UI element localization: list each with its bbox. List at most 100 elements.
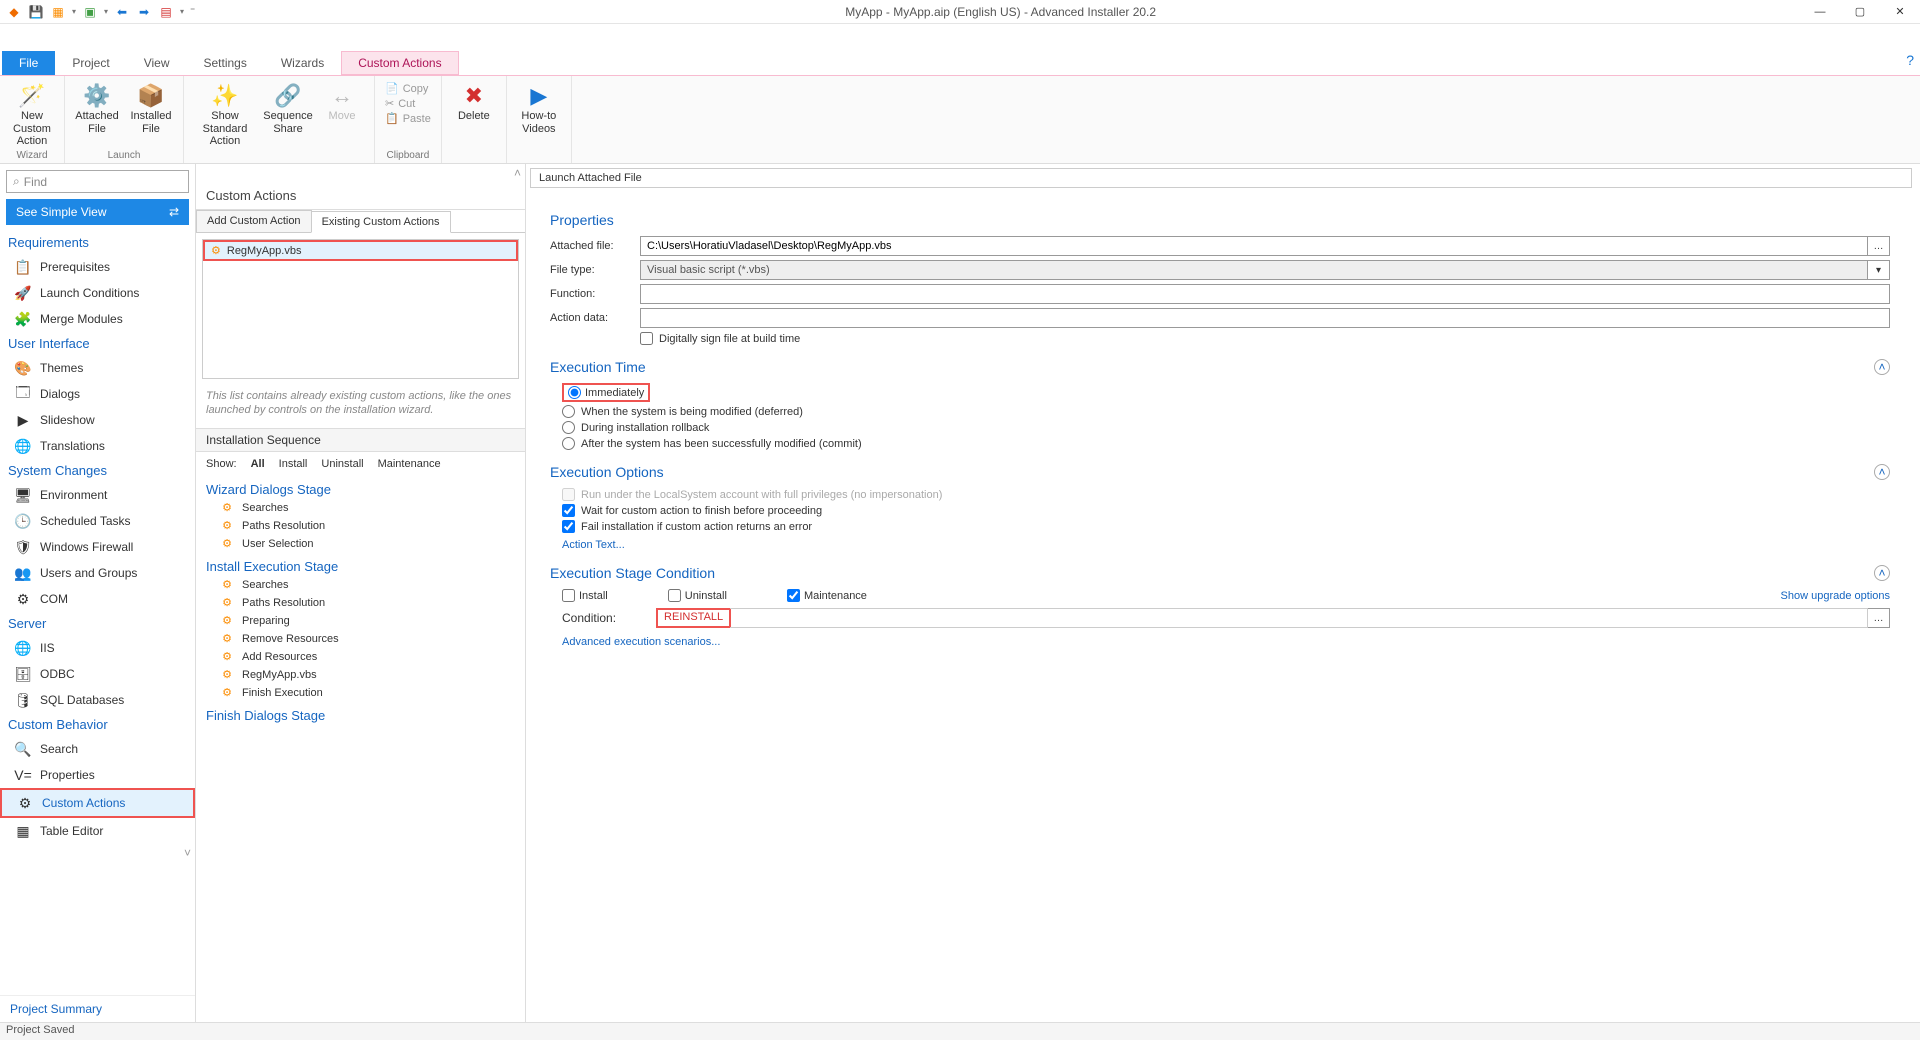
env-icon: 🖥 (14, 486, 32, 504)
howto-videos-button[interactable]: ▶How-to Videos (513, 80, 565, 161)
move-button[interactable]: ↔Move (316, 80, 368, 161)
build-icon[interactable]: ▦ (50, 4, 66, 20)
tab-custom-actions[interactable]: Custom Actions (341, 51, 458, 75)
attached-file-input[interactable] (640, 236, 1868, 256)
stage-item[interactable]: ⚙Finish Execution (196, 684, 525, 702)
collapse-icon[interactable]: ˄ (1874, 464, 1890, 480)
check-wait[interactable] (562, 504, 575, 517)
delete-icon: ✖ (458, 82, 490, 110)
qat-dropdown-icon-2[interactable]: ▾ (104, 7, 108, 16)
check-fail[interactable] (562, 520, 575, 533)
help-icon[interactable]: ? (1906, 52, 1914, 68)
qat-dropdown-icon[interactable]: ▾ (72, 7, 76, 16)
collapse-icon[interactable]: ˄ (1874, 359, 1890, 375)
nav-translations[interactable]: 🌐Translations (0, 433, 195, 459)
nav-custom-actions[interactable]: ⚙Custom Actions (0, 788, 195, 818)
tab-project[interactable]: Project (55, 51, 126, 75)
scroll-down-icon[interactable]: ˅ (0, 844, 195, 862)
stage-item[interactable]: ⚙Preparing (196, 612, 525, 630)
nav-iis[interactable]: 🌐IIS (0, 635, 195, 661)
existing-actions-list[interactable]: ⚙RegMyApp.vbs (202, 239, 519, 379)
check-install[interactable] (562, 589, 575, 602)
filter-all[interactable]: All (251, 458, 265, 470)
tab-settings[interactable]: Settings (187, 51, 264, 75)
nav-search[interactable]: 🔍Search (0, 736, 195, 762)
find-input[interactable]: ⌕Find (6, 170, 189, 193)
tab-wizards[interactable]: Wizards (264, 51, 341, 75)
back-icon[interactable]: ⬅ (114, 4, 130, 20)
tab-file[interactable]: File (2, 51, 55, 75)
filter-maintenance[interactable]: Maintenance (378, 458, 441, 470)
nav-com[interactable]: ⚙COM (0, 586, 195, 612)
nav-firewall[interactable]: 🛡Windows Firewall (0, 534, 195, 560)
cut-button[interactable]: ✂Cut (385, 97, 431, 110)
nav-environment[interactable]: 🖥Environment (0, 482, 195, 508)
nav-launch-conditions[interactable]: 🚀Launch Conditions (0, 280, 195, 306)
stage-item[interactable]: ⚙Searches (196, 576, 525, 594)
stage-item[interactable]: ⚙Paths Resolution (196, 517, 525, 535)
stage-item[interactable]: ⚙Add Resources (196, 648, 525, 666)
check-sign[interactable] (640, 332, 653, 345)
options-icon[interactable]: ▤ (158, 4, 174, 20)
run-icon[interactable]: ▣ (82, 4, 98, 20)
stage-item[interactable]: ⚙User Selection (196, 535, 525, 553)
maximize-button[interactable]: ▢ (1840, 0, 1880, 24)
file-type-select[interactable] (640, 260, 1868, 280)
existing-action-item[interactable]: ⚙RegMyApp.vbs (203, 240, 518, 261)
radio-immediately[interactable] (568, 386, 581, 399)
nav-table-editor[interactable]: ▦Table Editor (0, 818, 195, 844)
collapse-icon[interactable]: ˄ (1874, 565, 1890, 581)
sequence-share-button[interactable]: 🔗Sequence Share (262, 80, 314, 161)
check-maintenance[interactable] (787, 589, 800, 602)
action-data-input[interactable] (640, 308, 1890, 328)
filter-install[interactable]: Install (279, 458, 308, 470)
filter-uninstall[interactable]: Uninstall (321, 458, 363, 470)
tab-existing-custom-actions[interactable]: Existing Custom Actions (311, 211, 451, 233)
nav-prerequisites[interactable]: 📋Prerequisites (0, 254, 195, 280)
check-uninstall[interactable] (668, 589, 681, 602)
tab-add-custom-action[interactable]: Add Custom Action (196, 210, 312, 232)
condition-value[interactable]: REINSTALL (656, 608, 731, 628)
condition-edit-button[interactable]: … (1868, 608, 1890, 628)
close-button[interactable]: ✕ (1880, 0, 1920, 24)
radio-deferred[interactable] (562, 405, 575, 418)
clock-icon: 🕒 (14, 512, 32, 530)
nav-properties[interactable]: V=Properties (0, 762, 195, 788)
stage-item[interactable]: ⚙RegMyApp.vbs (196, 666, 525, 684)
scroll-up-icon[interactable]: ˄ (196, 164, 525, 182)
nav-merge-modules[interactable]: 🧩Merge Modules (0, 306, 195, 332)
nav-dialogs[interactable]: 🗔Dialogs (0, 381, 195, 407)
radio-rollback[interactable] (562, 421, 575, 434)
browse-button[interactable]: … (1868, 236, 1890, 256)
show-upgrade-link[interactable]: Show upgrade options (1781, 590, 1890, 602)
nav-users-groups[interactable]: 👥Users and Groups (0, 560, 195, 586)
radio-commit[interactable] (562, 437, 575, 450)
nav-sql[interactable]: 🛢SQL Databases (0, 687, 195, 713)
minimize-button[interactable]: — (1800, 0, 1840, 24)
nav-scheduled-tasks[interactable]: 🕒Scheduled Tasks (0, 508, 195, 534)
show-standard-action-button[interactable]: ✨Show Standard Action (190, 80, 260, 161)
label-function: Function: (550, 288, 640, 300)
forward-icon[interactable]: ➡ (136, 4, 152, 20)
stage-item[interactable]: ⚙Searches (196, 499, 525, 517)
qat-overflow-icon[interactable]: ⁼ (190, 6, 195, 17)
attached-file-button[interactable]: ⚙️Attached File (71, 80, 123, 150)
advanced-scenarios-link[interactable]: Advanced execution scenarios... (562, 636, 720, 648)
nav-slideshow[interactable]: ▶Slideshow (0, 407, 195, 433)
stage-item[interactable]: ⚙Paths Resolution (196, 594, 525, 612)
see-simple-view-button[interactable]: See Simple View⇄ (6, 199, 189, 225)
function-input[interactable] (640, 284, 1890, 304)
tab-view[interactable]: View (127, 51, 187, 75)
qat-dropdown-icon-3[interactable]: ▾ (180, 7, 184, 16)
delete-button[interactable]: ✖Delete (448, 80, 500, 161)
save-icon[interactable]: 💾 (28, 4, 44, 20)
new-custom-action-button[interactable]: 🪄New Custom Action (6, 80, 58, 150)
project-summary-link[interactable]: Project Summary (0, 995, 195, 1022)
nav-themes[interactable]: 🎨Themes (0, 355, 195, 381)
paste-button[interactable]: 📋Paste (385, 112, 431, 125)
copy-button[interactable]: 📄Copy (385, 82, 431, 95)
stage-item[interactable]: ⚙Remove Resources (196, 630, 525, 648)
installed-file-button[interactable]: 📦Installed File (125, 80, 177, 150)
nav-odbc[interactable]: 🗄ODBC (0, 661, 195, 687)
dropdown-icon[interactable]: ▾ (1868, 260, 1890, 280)
